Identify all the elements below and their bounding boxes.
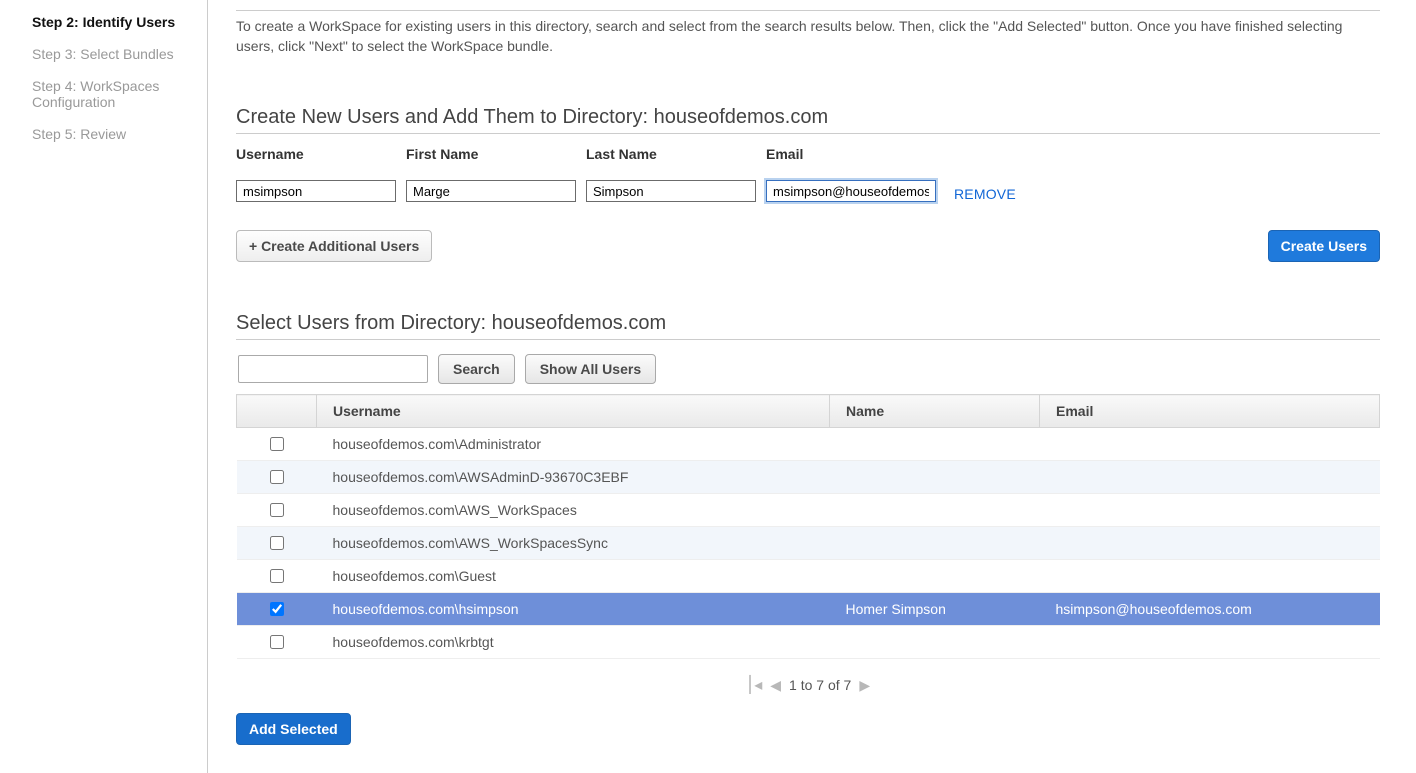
- col-email[interactable]: Email: [1040, 395, 1380, 428]
- cell-name: [830, 428, 1040, 461]
- row-checkbox[interactable]: [270, 569, 284, 583]
- select-heading-directory: houseofdemos.com: [492, 312, 667, 334]
- cell-email: [1040, 461, 1380, 494]
- cell-username: houseofdemos.com\Administrator: [317, 428, 830, 461]
- table-row[interactable]: houseofdemos.com\krbtgt: [237, 626, 1380, 659]
- table-row[interactable]: houseofdemos.com\Guest: [237, 560, 1380, 593]
- new-user-form-row: Username First Name Last Name Email REMO…: [236, 146, 1380, 202]
- row-checkbox[interactable]: [270, 602, 284, 616]
- col-name[interactable]: Name: [830, 395, 1040, 428]
- row-checkbox[interactable]: [270, 635, 284, 649]
- cell-username: houseofdemos.com\hsimpson: [317, 593, 830, 626]
- col-checkbox: [237, 395, 317, 428]
- label-last-name: Last Name: [586, 146, 756, 162]
- input-email[interactable]: [766, 180, 936, 202]
- add-selected-button[interactable]: Add Selected: [236, 713, 351, 745]
- main-content: To create a WorkSpace for existing users…: [208, 0, 1408, 773]
- search-button[interactable]: Search: [438, 354, 515, 384]
- cell-username: houseofdemos.com\krbtgt: [317, 626, 830, 659]
- sidebar-step-workspaces-configuration[interactable]: Step 4: WorkSpaces Configuration: [32, 70, 193, 118]
- page-title: [236, 0, 1380, 6]
- wizard-sidebar: Step 2: Identify Users Step 3: Select Bu…: [0, 0, 208, 773]
- table-row[interactable]: houseofdemos.com\hsimpsonHomer Simpsonhs…: [237, 593, 1380, 626]
- cell-name: [830, 494, 1040, 527]
- cell-email: hsimpson@houseofdemos.com: [1040, 593, 1380, 626]
- cell-name: [830, 560, 1040, 593]
- input-last-name[interactable]: [586, 180, 756, 202]
- remove-user-link[interactable]: REMOVE: [954, 186, 1016, 202]
- col-username[interactable]: Username: [317, 395, 830, 428]
- input-first-name[interactable]: [406, 180, 576, 202]
- select-heading-prefix: Select Users from Directory:: [236, 312, 492, 334]
- pager-text: 1 to 7 of 7: [789, 677, 851, 693]
- cell-name: [830, 527, 1040, 560]
- pager: ⎮◂ ◀ 1 to 7 of 7 ▶: [236, 675, 1380, 695]
- sidebar-step-review[interactable]: Step 5: Review: [32, 118, 193, 150]
- cell-email: [1040, 527, 1380, 560]
- cell-email: [1040, 494, 1380, 527]
- intro-text: To create a WorkSpace for existing users…: [236, 17, 1380, 56]
- input-username[interactable]: [236, 180, 396, 202]
- cell-username: houseofdemos.com\Guest: [317, 560, 830, 593]
- directory-search-input[interactable]: [238, 355, 428, 383]
- cell-name: [830, 626, 1040, 659]
- pager-prev-icon[interactable]: ◀: [770, 677, 781, 694]
- create-heading-prefix: Create New Users and Add Them to Directo…: [236, 106, 654, 128]
- cell-name: Homer Simpson: [830, 593, 1040, 626]
- pager-next-icon[interactable]: ▶: [859, 677, 870, 694]
- create-users-heading: Create New Users and Add Them to Directo…: [236, 106, 1380, 134]
- cell-username: houseofdemos.com\AWSAdminD-93670C3EBF: [317, 461, 830, 494]
- sidebar-step-identify-users[interactable]: Step 2: Identify Users: [32, 6, 193, 38]
- cell-name: [830, 461, 1040, 494]
- cell-email: [1040, 560, 1380, 593]
- row-checkbox[interactable]: [270, 503, 284, 517]
- table-row[interactable]: houseofdemos.com\AWSAdminD-93670C3EBF: [237, 461, 1380, 494]
- create-additional-users-button[interactable]: + Create Additional Users: [236, 230, 432, 262]
- cell-email: [1040, 626, 1380, 659]
- create-heading-directory: houseofdemos.com: [654, 106, 829, 128]
- cell-email: [1040, 428, 1380, 461]
- row-checkbox[interactable]: [270, 470, 284, 484]
- create-users-button[interactable]: Create Users: [1268, 230, 1380, 262]
- show-all-users-button[interactable]: Show All Users: [525, 354, 656, 384]
- select-users-heading: Select Users from Directory: houseofdemo…: [236, 312, 1380, 340]
- pager-first-icon[interactable]: ⎮◂: [746, 675, 762, 695]
- label-email: Email: [766, 146, 936, 162]
- table-row[interactable]: houseofdemos.com\AWS_WorkSpacesSync: [237, 527, 1380, 560]
- table-row[interactable]: houseofdemos.com\AWS_WorkSpaces: [237, 494, 1380, 527]
- sidebar-step-select-bundles[interactable]: Step 3: Select Bundles: [32, 38, 193, 70]
- row-checkbox[interactable]: [270, 437, 284, 451]
- label-username: Username: [236, 146, 396, 162]
- cell-username: houseofdemos.com\AWS_WorkSpaces: [317, 494, 830, 527]
- directory-users-table: Username Name Email houseofdemos.com\Adm…: [236, 394, 1380, 659]
- label-first-name: First Name: [406, 146, 576, 162]
- row-checkbox[interactable]: [270, 536, 284, 550]
- cell-username: houseofdemos.com\AWS_WorkSpacesSync: [317, 527, 830, 560]
- table-row[interactable]: houseofdemos.com\Administrator: [237, 428, 1380, 461]
